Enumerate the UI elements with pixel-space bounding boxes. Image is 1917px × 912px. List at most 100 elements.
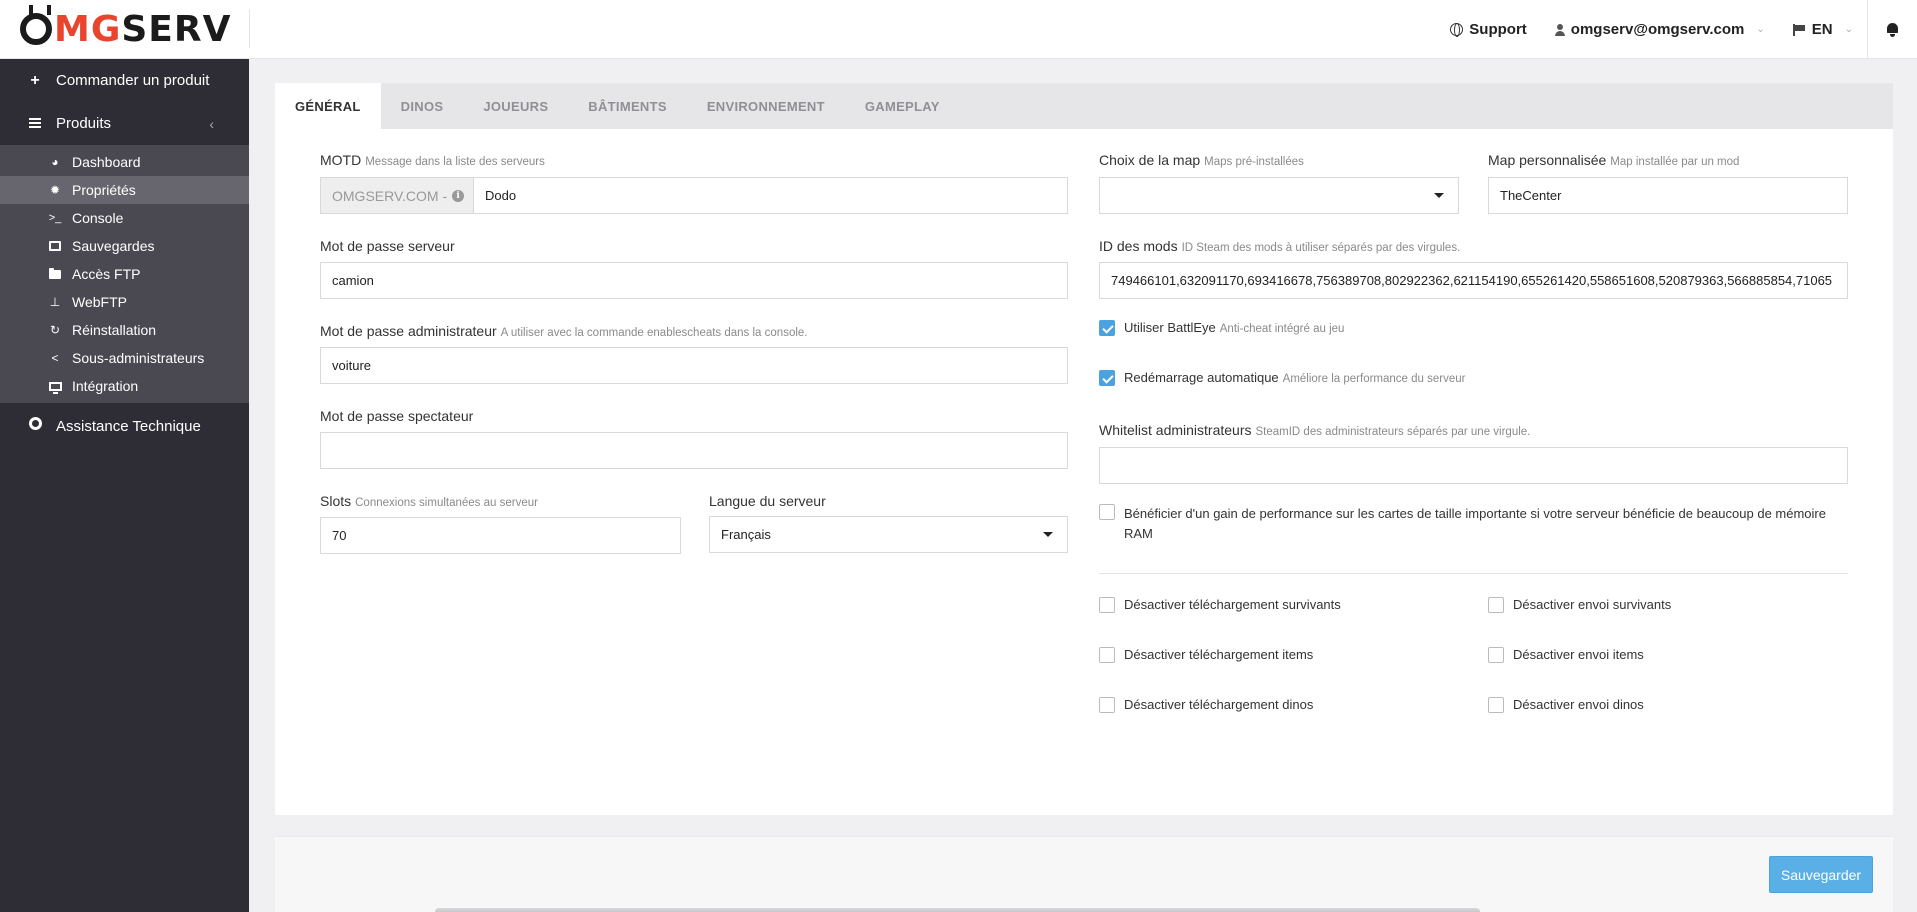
sidebar-item-dashboard[interactable]: ◕ Dashboard <box>0 148 249 176</box>
sidebar-item-order-product[interactable]: + Commander un produit <box>0 59 249 102</box>
caret-down-icon <box>1434 193 1444 198</box>
logo-mg-text: MG <box>54 8 122 50</box>
server-language-label: Langue du serveur <box>709 493 826 509</box>
tab-buildings[interactable]: BÂTIMENTS <box>568 83 687 129</box>
list-icon <box>28 115 42 133</box>
admin-password-label: Mot de passe administrateur A utiliser av… <box>320 323 808 339</box>
omgserv-logo[interactable]: MG SERV <box>20 8 231 50</box>
server-password-label: Mot de passe serveur <box>320 238 455 254</box>
server-password-input[interactable]: camion <box>320 262 1068 299</box>
custom-map-label: Map personnalisée Map installée par un mo… <box>1488 152 1740 168</box>
properties-panel: GÉNÉRAL DINOS JOUEURS BÂTIMENTS ENVIRONN… <box>275 83 1893 815</box>
disable-download-items-label: Désactiver téléchargement items <box>1124 647 1314 662</box>
motd-label: MOTD Message dans la liste des serveurs <box>320 152 545 168</box>
spectator-password-input[interactable] <box>320 432 1068 469</box>
disable-upload-dinos-label: Désactiver envoi dinos <box>1513 697 1644 712</box>
sidebar: + Commander un produit Produits ‹ ◕ Dash… <box>0 59 249 912</box>
custom-map-input[interactable]: TheCenter <box>1488 177 1848 214</box>
terminal-icon: >_ <box>48 212 62 224</box>
tab-environment[interactable]: ENVIRONNEMENT <box>687 83 845 129</box>
chevron-down-icon: ⌄ <box>1844 24 1853 35</box>
sidebar-item-backups[interactable]: Sauvegardes <box>0 232 249 260</box>
logo-o-icon <box>20 13 52 45</box>
lifebuoy-icon <box>1450 23 1464 37</box>
sidebar-item-label: Dashboard <box>72 154 141 170</box>
admin-whitelist-input[interactable] <box>1099 447 1848 484</box>
sidebar-item-ftp[interactable]: Accès FTP <box>0 260 249 288</box>
sidebar-item-label: WebFTP <box>72 294 127 310</box>
sidebar-item-technical-support[interactable]: Assistance Technique <box>0 403 249 449</box>
battleye-checkbox[interactable] <box>1099 320 1115 336</box>
server-language-select[interactable]: Français <box>709 516 1068 553</box>
sidebar-item-label: Réinstallation <box>72 322 157 338</box>
disable-download-dinos-label: Désactiver téléchargement dinos <box>1124 697 1314 712</box>
sidebar-item-label: Console <box>72 210 124 226</box>
language-label: EN <box>1811 21 1833 38</box>
notifications-button[interactable] <box>1867 0 1917 59</box>
sidebar-item-label: Assistance Technique <box>56 417 201 435</box>
tab-gameplay[interactable]: GAMEPLAY <box>845 83 960 129</box>
disable-download-dinos-checkbox[interactable] <box>1099 697 1115 713</box>
sidebar-item-subadmins[interactable]: < Sous-administrateurs <box>0 344 249 372</box>
perf-gain-checkbox[interactable] <box>1099 504 1115 520</box>
support-label: Support <box>1469 21 1527 38</box>
sidebar-item-console[interactable]: >_ Console <box>0 204 249 232</box>
save-button[interactable]: Sauvegarder <box>1769 856 1873 893</box>
plus-icon: + <box>30 71 40 89</box>
sidebar-item-label: Accès FTP <box>72 266 141 282</box>
admin-password-input[interactable]: voiture <box>320 347 1068 384</box>
save-icon <box>48 239 62 253</box>
section-divider <box>1099 573 1848 574</box>
sidebar-item-webftp[interactable]: ⊥ WebFTP <box>0 288 249 316</box>
disable-upload-survivors-label: Désactiver envoi survivants <box>1513 597 1672 612</box>
motd-input[interactable]: Dodo <box>473 177 1068 214</box>
sidebar-item-label: Propriétés <box>72 182 136 198</box>
chevron-down-icon: ⌄ <box>1756 24 1765 35</box>
user-email: omgserv@omgserv.com <box>1570 21 1745 38</box>
logo-divider <box>249 10 250 48</box>
auto-restart-label: Redémarrage automatique Améliore la perfo… <box>1124 370 1466 385</box>
disable-download-items-checkbox[interactable] <box>1099 647 1115 663</box>
disable-download-survivors-label: Désactiver téléchargement survivants <box>1124 597 1341 612</box>
dashboard-icon: ◕ <box>51 155 59 169</box>
folder-icon <box>48 267 62 281</box>
sidebar-submenu: ◕ Dashboard ✹ Propriétés >_ Console Sauv… <box>0 145 249 403</box>
disable-upload-survivors-checkbox[interactable] <box>1488 597 1504 613</box>
battleye-label: Utiliser BattlEye Anti-cheat intégré au j… <box>1124 320 1345 335</box>
top-right-nav: Support omgserv@omgserv.com ⌄ EN ⌄ <box>1436 0 1917 59</box>
top-bar: MG SERV Support omgserv@omgserv.com ⌄ EN … <box>0 0 1917 59</box>
mod-ids-label: ID des mods ID Steam des mods à utiliser … <box>1099 238 1461 254</box>
motd-prefix: OMGSERV.COM -i <box>320 177 473 214</box>
monitor-icon <box>48 379 62 394</box>
auto-restart-checkbox[interactable] <box>1099 370 1115 386</box>
sidebar-item-properties[interactable]: ✹ Propriétés <box>0 176 249 204</box>
flag-icon <box>1792 23 1806 36</box>
user-icon <box>1554 23 1565 36</box>
slots-input[interactable]: 70 <box>320 517 681 554</box>
gear-icon: ✹ <box>49 183 61 197</box>
language-menu[interactable]: EN ⌄ <box>1779 0 1867 59</box>
tab-dinos[interactable]: DINOS <box>381 83 464 129</box>
chevron-left-icon: ‹ <box>209 116 214 132</box>
mod-ids-input[interactable]: 749466101,632091170,693416678,756389708,… <box>1099 262 1848 299</box>
tab-players[interactable]: JOUEURS <box>463 83 568 129</box>
map-choice-select[interactable] <box>1099 177 1459 214</box>
sidebar-item-integration[interactable]: Intégration <box>0 372 249 400</box>
spectator-password-label: Mot de passe spectateur <box>320 408 474 424</box>
support-link[interactable]: Support <box>1436 0 1541 59</box>
tab-bar: GÉNÉRAL DINOS JOUEURS BÂTIMENTS ENVIRONN… <box>275 83 1893 129</box>
disable-upload-dinos-checkbox[interactable] <box>1488 697 1504 713</box>
sidebar-item-label: Commander un produit <box>56 72 210 89</box>
disable-upload-items-checkbox[interactable] <box>1488 647 1504 663</box>
sidebar-item-label: Produits <box>56 115 112 132</box>
info-icon: i <box>452 189 465 202</box>
user-menu[interactable]: omgserv@omgserv.com ⌄ <box>1541 0 1779 59</box>
logo-serv-text: SERV <box>121 8 232 50</box>
sitemap-icon: ⊥ <box>49 295 61 309</box>
actions-panel: Sauvegarder <box>275 836 1893 912</box>
sidebar-item-reinstall[interactable]: ↻ Réinstallation <box>0 316 249 344</box>
disable-download-survivors-checkbox[interactable] <box>1099 597 1115 613</box>
sidebar-item-products[interactable]: Produits ‹ <box>0 102 249 145</box>
disable-upload-items-label: Désactiver envoi items <box>1513 647 1644 662</box>
tab-general[interactable]: GÉNÉRAL <box>275 83 381 129</box>
